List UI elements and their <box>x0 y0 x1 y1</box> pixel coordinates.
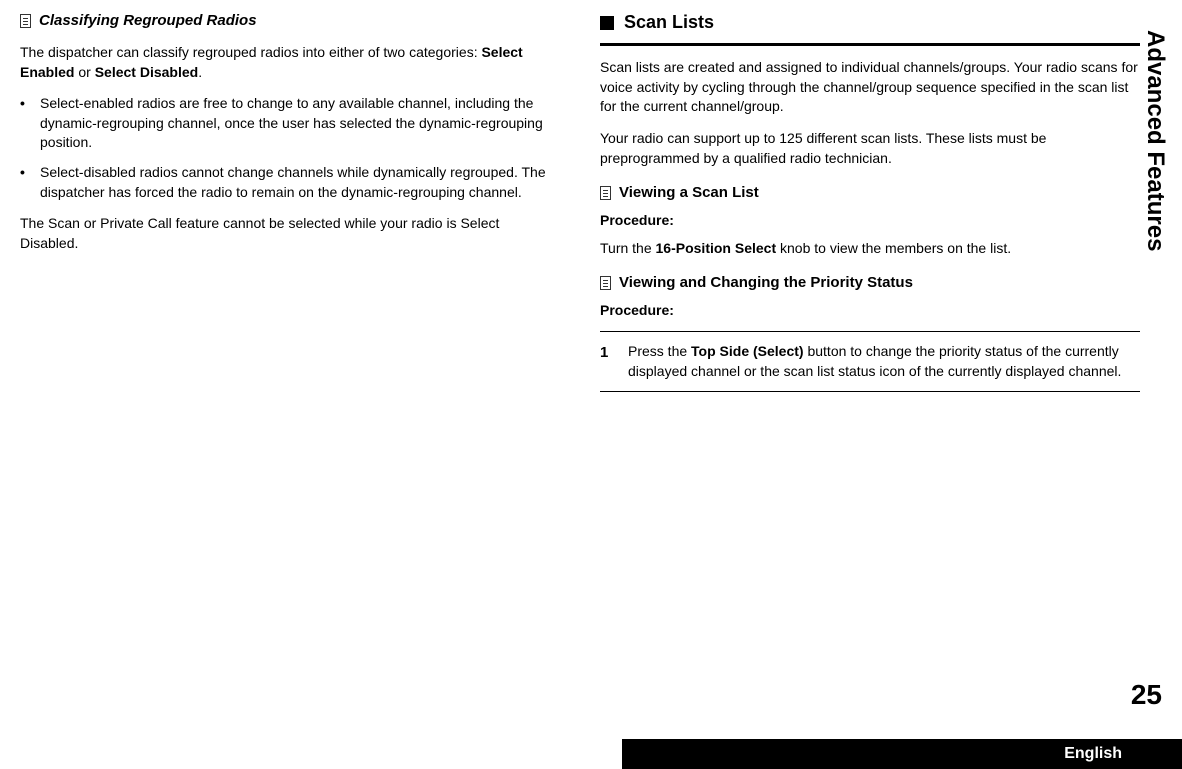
square-bullet-icon <box>600 16 614 30</box>
document-icon <box>600 276 611 290</box>
bullet-list: • Select-enabled radios are free to chan… <box>20 94 560 202</box>
intro-bold2: Select Disabled <box>95 64 199 80</box>
bullet-marker: • <box>20 163 40 202</box>
subsection-title-text: Viewing and Changing the Priority Status <box>619 272 913 293</box>
side-label: Advanced Features <box>1138 30 1172 251</box>
section-heading: Scan Lists <box>600 10 1140 35</box>
page-number: 25 <box>1131 675 1162 714</box>
section-divider <box>600 43 1140 46</box>
procedure-label: Procedure: <box>600 301 1140 321</box>
list-item: • Select-disabled radios cannot change c… <box>20 163 560 202</box>
intro-post: . <box>198 64 202 80</box>
language-bar: English <box>622 739 1182 769</box>
document-icon <box>20 14 31 28</box>
list-item: • Select-enabled radios are free to chan… <box>20 94 560 153</box>
bullet-text: Select-disabled radios cannot change cha… <box>40 163 560 202</box>
subsection-heading: Viewing a Scan List <box>600 182 1140 203</box>
step-pre: Press the <box>628 343 691 359</box>
subsection-title-text: Classifying Regrouped Radios <box>39 10 257 31</box>
page-content: Classifying Regrouped Radios The dispatc… <box>0 0 1182 412</box>
thin-divider <box>600 391 1140 392</box>
intro-pre: The dispatcher can classify regrouped ra… <box>20 44 481 60</box>
intro-mid: or <box>74 64 94 80</box>
body-paragraph: Your radio can support up to 125 differe… <box>600 129 1140 168</box>
text-bold: 16-Position Select <box>656 240 777 256</box>
closing-paragraph: The Scan or Private Call feature cannot … <box>20 214 560 253</box>
text-post: knob to view the members on the list. <box>776 240 1011 256</box>
intro-paragraph: The dispatcher can classify regrouped ra… <box>20 43 560 82</box>
language-label: English <box>1064 743 1122 765</box>
text-pre: Turn the <box>600 240 656 256</box>
subsection-heading: Classifying Regrouped Radios <box>20 10 560 31</box>
procedure-text: Turn the 16-Position Select knob to view… <box>600 239 1140 259</box>
subsection-heading: Viewing and Changing the Priority Status <box>600 272 1140 293</box>
document-icon <box>600 186 611 200</box>
right-column: Scan Lists Scan lists are created and as… <box>600 10 1140 402</box>
procedure-label: Procedure: <box>600 211 1140 231</box>
left-column: Classifying Regrouped Radios The dispatc… <box>20 10 560 402</box>
bullet-marker: • <box>20 94 40 153</box>
subsection-title-text: Viewing a Scan List <box>619 182 759 203</box>
numbered-step: 1 Press the Top Side (Select) button to … <box>600 342 1140 381</box>
body-paragraph: Scan lists are created and assigned to i… <box>600 58 1140 117</box>
bullet-text: Select-enabled radios are free to change… <box>40 94 560 153</box>
thin-divider <box>600 331 1140 332</box>
step-bold: Top Side (Select) <box>691 343 804 359</box>
section-title-text: Scan Lists <box>624 10 714 35</box>
step-text: Press the Top Side (Select) button to ch… <box>628 342 1140 381</box>
step-number: 1 <box>600 342 628 381</box>
